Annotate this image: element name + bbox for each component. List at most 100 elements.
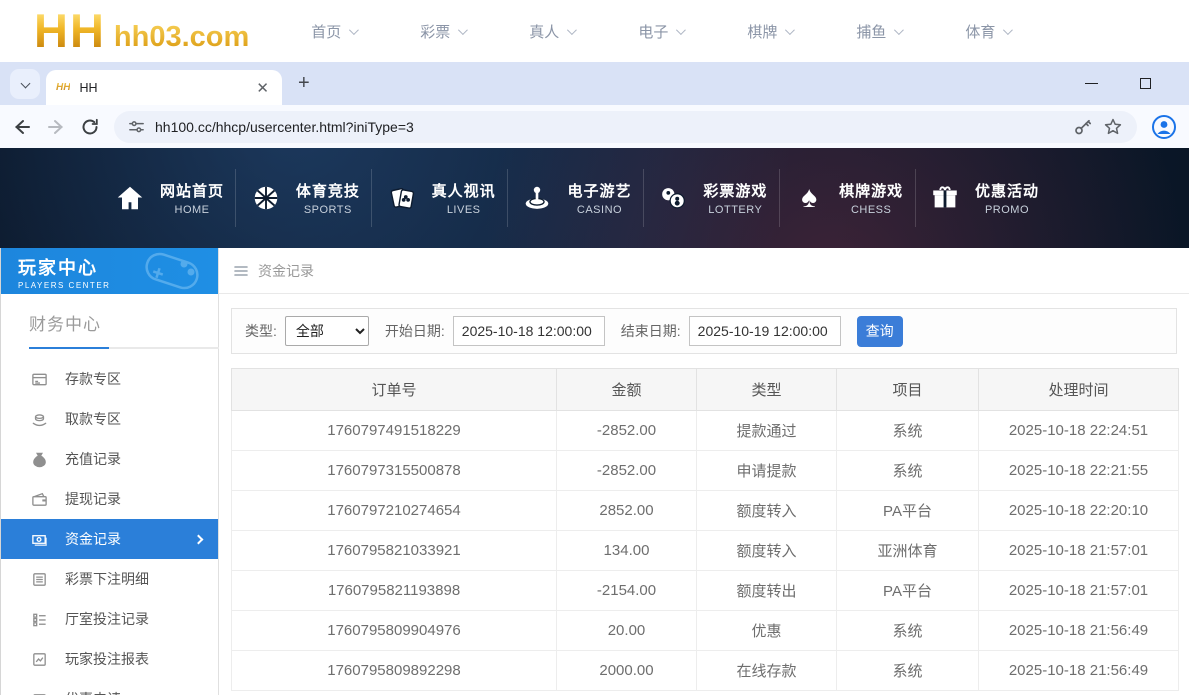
password-key-icon[interactable] xyxy=(1073,117,1093,137)
top-nav-label: 捕鱼 xyxy=(856,21,886,42)
table-header: 订单号 金额 类型 项目 处理时间 xyxy=(232,369,1179,411)
table-cell: 亚洲体育 xyxy=(837,531,979,571)
url-bar[interactable]: hh100.cc/hhcp/usercenter.html?iniType=3 xyxy=(114,111,1137,143)
nav-label-en: PROMO xyxy=(975,204,1039,216)
roulette-icon xyxy=(519,180,555,216)
table-cell: 2025-10-18 22:21:55 xyxy=(979,451,1179,491)
breadcrumb: 资金记录 xyxy=(219,248,1189,294)
sidebar-item-label: 厅室投注记录 xyxy=(65,609,149,629)
sidebar-item-fund-record[interactable]: 资金记录 xyxy=(1,519,218,559)
hamburger-icon[interactable] xyxy=(233,263,249,279)
sidebar-item-label: 资金记录 xyxy=(65,529,121,549)
table-cell: 额度转入 xyxy=(697,531,837,571)
nav-label-en: LOTTERY xyxy=(703,204,767,216)
end-date-input[interactable] xyxy=(689,316,841,346)
new-tab-button[interactable]: + xyxy=(298,72,310,95)
sidebar-item-player-bet-report[interactable]: 玩家投注报表 xyxy=(1,639,218,679)
browser-tab[interactable]: HH HH ✕ xyxy=(46,70,282,105)
col-header-time: 处理时间 xyxy=(979,369,1179,411)
spade-icon: ♠ xyxy=(791,180,827,216)
cards-icon xyxy=(384,180,420,216)
window-maximize-button[interactable] xyxy=(1140,78,1151,89)
cash-icon xyxy=(31,531,48,548)
search-button[interactable]: 查询 xyxy=(857,316,903,347)
site-info-icon[interactable] xyxy=(128,118,145,135)
table-cell: 提款通过 xyxy=(697,411,837,451)
window-minimize-button[interactable] xyxy=(1085,83,1098,85)
chart-report-icon xyxy=(31,651,48,668)
lottery-balls-icon xyxy=(655,180,691,216)
logo-hh-text: HH xyxy=(34,10,106,52)
deposit-card-icon xyxy=(31,371,48,388)
sidebar-item-promo-apply[interactable]: 优惠申请 xyxy=(1,679,218,695)
nav-item-lives[interactable]: 真人视讯LIVES xyxy=(384,180,496,216)
sidebar-item-lottery-bet-detail[interactable]: 彩票下注明细 xyxy=(1,559,218,599)
chevron-down-icon xyxy=(20,79,30,89)
nav-label-cn: 电子游艺 xyxy=(567,180,631,201)
nav-label-cn: 彩票游戏 xyxy=(703,180,767,201)
table-cell: PA平台 xyxy=(837,571,979,611)
table-cell: 2852.00 xyxy=(557,491,697,531)
table-cell: 系统 xyxy=(837,651,979,691)
table-cell: 系统 xyxy=(837,451,979,491)
table-cell: 系统 xyxy=(837,411,979,451)
tab-search-button[interactable] xyxy=(10,69,40,99)
top-nav-home[interactable]: 首页 xyxy=(311,21,356,42)
table-cell: 2000.00 xyxy=(557,651,697,691)
url-text[interactable]: hh100.cc/hhcp/usercenter.html?iniType=3 xyxy=(155,119,1063,135)
top-nav-chess[interactable]: 棋牌 xyxy=(747,21,792,42)
back-icon[interactable] xyxy=(12,117,32,137)
profile-avatar-icon[interactable] xyxy=(1151,114,1177,140)
top-nav-slots[interactable]: 电子 xyxy=(638,21,683,42)
gift-icon xyxy=(927,180,963,216)
top-nav-label: 首页 xyxy=(311,21,341,42)
nav-label-en: CHESS xyxy=(839,204,903,216)
top-nav-label: 电子 xyxy=(638,21,668,42)
nav-label-en: CASINO xyxy=(567,204,631,216)
nav-label-cn: 体育竞技 xyxy=(296,180,360,201)
chevron-down-icon xyxy=(567,25,577,35)
sidebar-item-withdraw-record[interactable]: 提现记录 xyxy=(1,479,218,519)
forward-icon[interactable] xyxy=(46,117,66,137)
nav-divider xyxy=(235,169,236,227)
table-cell: 2025-10-18 21:57:01 xyxy=(979,531,1179,571)
top-nav-label: 真人 xyxy=(529,21,559,42)
nav-item-chess[interactable]: ♠ 棋牌游戏CHESS xyxy=(791,180,903,216)
nav-item-home[interactable]: 网站首页HOME xyxy=(112,180,224,216)
sidebar-item-recharge-record[interactable]: 充值记录 xyxy=(1,439,218,479)
sidebar-item-room-bet-record[interactable]: 厅室投注记录 xyxy=(1,599,218,639)
table-cell: 在线存款 xyxy=(697,651,837,691)
page-content: 玩家中心 PLAYERS CENTER 财务中心 存款专区 取款专区 充值记录 xyxy=(0,248,1189,695)
sidebar-item-withdraw-zone[interactable]: 取款专区 xyxy=(1,399,218,439)
table-cell: 2025-10-18 22:20:10 xyxy=(979,491,1179,531)
top-nav-label: 彩票 xyxy=(420,21,450,42)
hand-coin-icon xyxy=(31,411,48,428)
chevron-down-icon xyxy=(349,25,359,35)
reload-icon[interactable] xyxy=(80,117,100,137)
tab-close-icon[interactable]: ✕ xyxy=(253,79,272,97)
site-logo[interactable]: HH hh03.com xyxy=(34,10,249,52)
top-nav-lottery[interactable]: 彩票 xyxy=(420,21,465,42)
nav-item-lottery[interactable]: 彩票游戏 LOTTERY xyxy=(655,180,767,216)
bookmark-star-icon[interactable] xyxy=(1103,117,1123,137)
nav-divider xyxy=(643,169,644,227)
nav-item-promo[interactable]: 优惠活动PROMO xyxy=(927,180,1039,216)
top-nav-live[interactable]: 真人 xyxy=(529,21,574,42)
start-date-input[interactable] xyxy=(453,316,605,346)
sidebar-item-deposit-zone[interactable]: 存款专区 xyxy=(1,359,218,399)
table-row: 1760797315500878-2852.00申请提款系统2025-10-18… xyxy=(232,451,1179,491)
nav-label-en: LIVES xyxy=(432,204,496,216)
table-cell: 2025-10-18 21:56:49 xyxy=(979,651,1179,691)
table-cell: 134.00 xyxy=(557,531,697,571)
table-body: 1760797491518229-2852.00提款通过系统2025-10-18… xyxy=(232,411,1179,691)
type-select[interactable]: 全部 xyxy=(285,316,369,346)
nav-divider xyxy=(915,169,916,227)
table-cell: 额度转入 xyxy=(697,491,837,531)
chevron-down-icon xyxy=(785,25,795,35)
nav-item-casino[interactable]: 电子游艺 CASINO xyxy=(519,180,631,216)
nav-item-sports[interactable]: 体育竞技SPORTS xyxy=(248,180,360,216)
table-cell: 2025-10-18 22:24:51 xyxy=(979,411,1179,451)
top-nav-fishing[interactable]: 捕鱼 xyxy=(856,21,901,42)
table-cell: 2025-10-18 21:56:49 xyxy=(979,611,1179,651)
top-nav-sports[interactable]: 体育 xyxy=(965,21,1010,42)
